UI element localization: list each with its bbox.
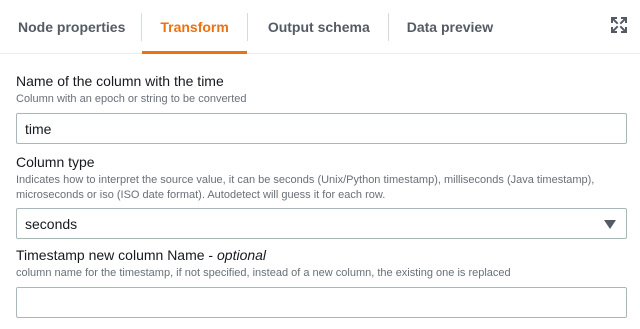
time-column-description: Column with an epoch or string to be con… bbox=[16, 93, 247, 105]
new-column-label-text: Timestamp new column Name bbox=[16, 247, 205, 263]
new-column-description: column name for the timestamp, if not sp… bbox=[16, 267, 511, 279]
column-type-label: Column type bbox=[16, 154, 95, 170]
tab-output-schema[interactable]: Output schema bbox=[248, 0, 388, 54]
column-type-description: Indicates how to interpret the source va… bbox=[16, 173, 627, 203]
column-type-description-line2: microseconds or iso (ISO date format). A… bbox=[16, 189, 386, 201]
time-column-label: Name of the column with the time bbox=[16, 73, 224, 89]
new-column-label: Timestamp new column Name - optional bbox=[16, 246, 627, 264]
tab-data-preview[interactable]: Data preview bbox=[389, 0, 511, 54]
time-column-field: Name of the column with the time Column … bbox=[16, 72, 627, 144]
caret-down-icon bbox=[604, 220, 616, 229]
time-column-input[interactable] bbox=[16, 113, 627, 144]
tab-transform[interactable]: Transform bbox=[142, 0, 248, 54]
optional-tag: optional bbox=[217, 247, 267, 263]
new-column-input[interactable] bbox=[16, 287, 627, 318]
tab-bar: Node properties Transform Output schema … bbox=[0, 0, 640, 54]
expand-icon[interactable] bbox=[610, 16, 628, 34]
new-column-field: Timestamp new column Name - optional col… bbox=[16, 246, 627, 318]
column-type-selected-value: seconds bbox=[25, 215, 78, 232]
column-type-select[interactable]: seconds bbox=[16, 208, 627, 239]
tab-node-properties[interactable]: Node properties bbox=[2, 0, 141, 54]
column-type-description-line1: Indicates how to interpret the source va… bbox=[16, 174, 595, 186]
new-column-label-separator: - bbox=[204, 247, 217, 263]
column-type-field: Column type Indicates how to interpret t… bbox=[16, 153, 627, 239]
